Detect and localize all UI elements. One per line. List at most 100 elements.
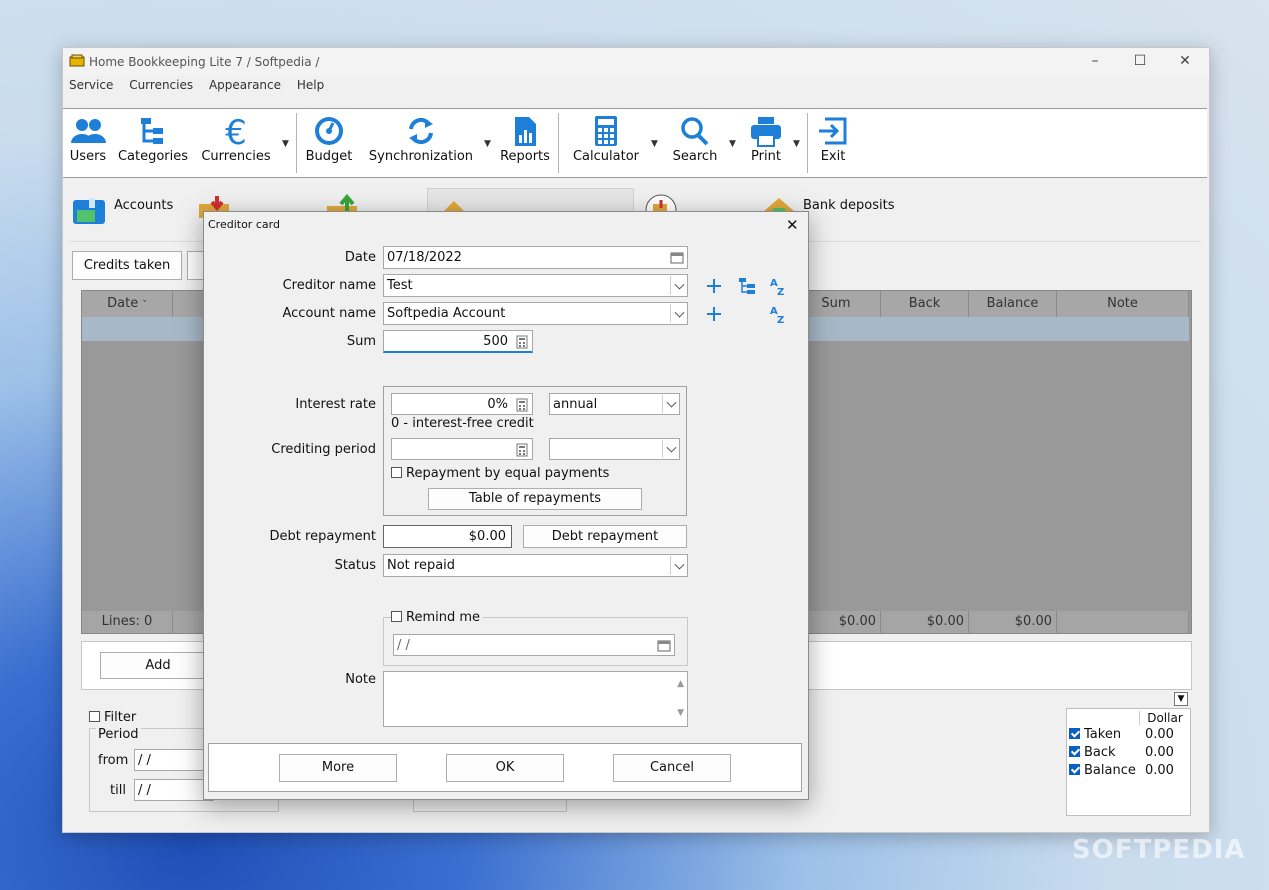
status-select[interactable]: Not repaid bbox=[383, 554, 688, 577]
remind-date-field[interactable]: / / bbox=[393, 634, 675, 656]
budget-button[interactable]: Budget bbox=[303, 115, 355, 164]
currencies-dropdown-arrow[interactable]: ▼ bbox=[282, 139, 289, 149]
menu-help[interactable]: Help bbox=[297, 78, 324, 92]
crediting-calculator-icon[interactable] bbox=[516, 443, 528, 457]
search-button[interactable]: Search bbox=[669, 115, 721, 164]
svg-text:Z: Z bbox=[777, 315, 784, 324]
summary-row-back: Back 0.00 bbox=[1069, 745, 1189, 760]
printer-icon bbox=[751, 117, 781, 147]
reports-button[interactable]: Reports bbox=[499, 115, 551, 164]
sum-calculator-icon[interactable] bbox=[516, 335, 528, 349]
note-label: Note bbox=[345, 672, 376, 687]
calculator-icon bbox=[595, 116, 617, 146]
interest-rate-label: Interest rate bbox=[295, 397, 376, 412]
date-label: Date bbox=[344, 250, 376, 265]
categories-icon bbox=[141, 118, 163, 144]
filter-checkbox[interactable]: Filter bbox=[89, 710, 136, 725]
back-checkbox[interactable] bbox=[1069, 746, 1080, 757]
column-header-note[interactable]: Note bbox=[1057, 291, 1189, 317]
account-name-label: Account name bbox=[282, 306, 377, 321]
sort-az-account-icon[interactable]: AZ bbox=[768, 304, 788, 324]
dialog-close-icon[interactable]: ✕ bbox=[786, 216, 799, 234]
toolbar-separator bbox=[296, 113, 297, 173]
sort-az-icon[interactable]: AZ bbox=[768, 276, 788, 296]
remind-calendar-icon[interactable] bbox=[657, 639, 671, 652]
section-accounts[interactable]: Accounts bbox=[114, 198, 173, 213]
table-of-repayments-button[interactable]: Table of repayments bbox=[428, 488, 642, 510]
status-label: Status bbox=[334, 558, 376, 573]
note-textarea[interactable]: ▲ ▼ bbox=[383, 671, 688, 727]
interest-rate-field[interactable]: 0% bbox=[391, 393, 533, 415]
debt-repayment-field[interactable]: $0.00 bbox=[383, 525, 512, 548]
interest-period-select[interactable]: annual bbox=[549, 393, 680, 415]
menu-bar: Service Currencies Appearance Help bbox=[63, 78, 330, 96]
maximize-button[interactable]: ☐ bbox=[1130, 53, 1150, 71]
debt-repayment-button[interactable]: Debt repayment bbox=[523, 525, 687, 548]
synchronization-button[interactable]: Synchronization bbox=[365, 115, 477, 164]
menu-service[interactable]: Service bbox=[69, 78, 113, 92]
ok-button[interactable]: OK bbox=[446, 754, 564, 782]
accounts-icon[interactable] bbox=[71, 196, 107, 228]
interest-hint: 0 - interest-free credit bbox=[391, 416, 534, 431]
creditor-tree-icon[interactable] bbox=[737, 276, 757, 296]
users-button[interactable]: Users bbox=[67, 115, 109, 164]
till-date-field[interactable]: / / bbox=[134, 779, 214, 801]
footer-balance: $0.00 bbox=[969, 611, 1057, 633]
calendar-icon[interactable] bbox=[670, 251, 684, 264]
add-account-icon[interactable] bbox=[704, 304, 724, 324]
toolbar: Users Categories € Currencies ▼ Budget S… bbox=[63, 108, 1207, 178]
till-label: till bbox=[110, 783, 126, 798]
print-dropdown-arrow[interactable]: ▼ bbox=[793, 139, 800, 149]
summary-row-balance: Balance 0.00 bbox=[1069, 763, 1189, 778]
svg-text:€: € bbox=[225, 115, 247, 147]
users-icon bbox=[71, 119, 106, 143]
crediting-unit-select[interactable] bbox=[549, 438, 680, 460]
calculator-dropdown-arrow[interactable]: ▼ bbox=[651, 139, 658, 149]
crediting-period-label: Crediting period bbox=[271, 442, 376, 457]
account-name-select[interactable]: Softpedia Account bbox=[383, 302, 688, 325]
sum-label: Sum bbox=[346, 334, 376, 349]
toolbar-separator bbox=[807, 113, 808, 173]
sum-field[interactable]: 500 bbox=[383, 330, 533, 353]
scroll-up-icon[interactable]: ▲ bbox=[677, 674, 684, 695]
watermark: SOFTPEDIA bbox=[1072, 835, 1246, 865]
search-dropdown-arrow[interactable]: ▼ bbox=[729, 139, 736, 149]
section-bank-deposits[interactable]: Bank deposits bbox=[803, 198, 895, 213]
scroll-down-icon[interactable]: ▼ bbox=[677, 703, 684, 724]
calculator-button[interactable]: Calculator bbox=[569, 115, 643, 164]
euro-icon: € bbox=[225, 115, 247, 147]
print-button[interactable]: Print bbox=[743, 115, 789, 164]
search-icon bbox=[681, 117, 709, 146]
equal-payments-checkbox[interactable]: Repayment by equal payments bbox=[391, 466, 609, 481]
from-date-field[interactable]: / / bbox=[134, 749, 214, 771]
summary-currency-header: Dollar bbox=[1139, 711, 1190, 725]
tab-credits-taken[interactable]: Credits taken bbox=[72, 251, 182, 280]
menu-appearance[interactable]: Appearance bbox=[209, 78, 281, 92]
window-title: Home Bookkeeping Lite 7 / Softpedia / bbox=[89, 55, 320, 69]
add-creditor-icon[interactable] bbox=[704, 276, 724, 296]
cancel-button[interactable]: Cancel bbox=[613, 754, 731, 782]
creditor-name-select[interactable]: Test bbox=[383, 274, 688, 297]
interest-calculator-icon[interactable] bbox=[516, 398, 528, 412]
date-field[interactable]: 07/18/2022 bbox=[383, 246, 688, 269]
exit-button[interactable]: Exit bbox=[815, 115, 851, 164]
taken-checkbox[interactable] bbox=[1069, 728, 1080, 739]
remind-me-checkbox[interactable]: Remind me bbox=[391, 610, 484, 625]
crediting-period-field[interactable] bbox=[391, 438, 533, 460]
more-button[interactable]: More bbox=[279, 754, 397, 782]
from-label: from bbox=[98, 753, 129, 768]
add-button[interactable]: Add bbox=[100, 652, 216, 679]
close-button[interactable]: ✕ bbox=[1175, 53, 1195, 71]
sync-icon bbox=[409, 117, 433, 145]
balance-checkbox[interactable] bbox=[1069, 764, 1080, 775]
column-header-back[interactable]: Back bbox=[881, 291, 969, 317]
menu-currencies[interactable]: Currencies bbox=[129, 78, 193, 92]
expand-arrow-button[interactable]: ▼ bbox=[1174, 692, 1188, 706]
minimize-button[interactable]: – bbox=[1085, 53, 1105, 71]
column-header-balance[interactable]: Balance bbox=[969, 291, 1057, 317]
currencies-button[interactable]: € Currencies bbox=[199, 115, 273, 164]
column-header-date[interactable]: Date ˅ bbox=[82, 291, 173, 317]
dialog-button-bar: More OK Cancel bbox=[208, 743, 802, 792]
sync-dropdown-arrow[interactable]: ▼ bbox=[484, 139, 491, 149]
categories-button[interactable]: Categories bbox=[115, 115, 191, 164]
